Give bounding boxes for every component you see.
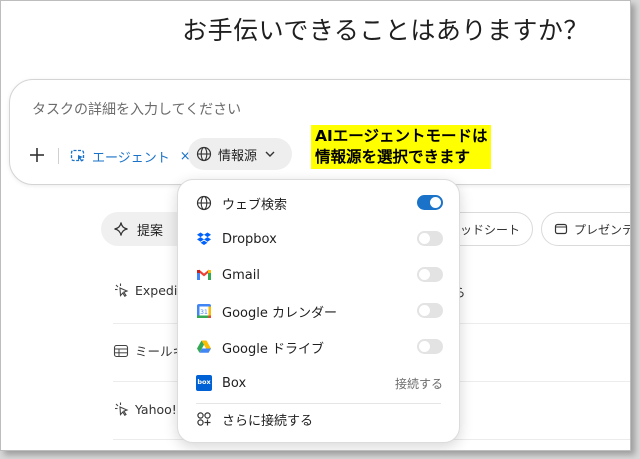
app-window: お手伝いできることはありますか？ エージェント × 情報源 [0, 0, 631, 451]
annotation-callout: AIエージェントモードは 情報源を選択できます [311, 125, 492, 169]
menu-item-label: さらに接続する [222, 413, 314, 429]
menu-item-box[interactable]: box Box 接続する [178, 366, 459, 400]
sparkle-icon [114, 222, 128, 236]
task-label: Yahoo! [135, 401, 177, 417]
google-calendar-toggle[interactable] [417, 303, 443, 318]
sources-menu: ウェブ検索 Dropbox Gmail 31 Google カレンダー Goog… [177, 179, 460, 443]
add-button[interactable] [26, 144, 48, 166]
menu-item-google-calendar[interactable]: 31 Google カレンダー [178, 294, 459, 328]
presentation-chip[interactable]: プレゼンテ [541, 212, 631, 246]
toolbar-divider [58, 148, 59, 164]
svg-text:31: 31 [200, 309, 208, 316]
agent-chip-label: エージェント [92, 150, 170, 166]
box-icon: box [196, 375, 212, 391]
task-input[interactable] [30, 98, 594, 122]
globe-icon [196, 195, 212, 211]
menu-item-web-search[interactable]: ウェブ検索 [178, 186, 459, 220]
menu-item-gmail[interactable]: Gmail [178, 258, 459, 292]
globe-icon [196, 146, 212, 162]
sources-dropdown-button[interactable]: 情報源 [188, 138, 292, 170]
menu-item-label: Google ドライブ [222, 341, 324, 357]
menu-item-label: Dropbox [222, 231, 277, 247]
menu-item-label: Google カレンダー [222, 305, 337, 321]
suggest-label: 提案 [137, 223, 164, 239]
agent-cursor-icon [115, 402, 129, 416]
callout-line-1: AIエージェントモードは [315, 127, 488, 145]
menu-item-label: Box [222, 375, 247, 391]
menu-item-label: Gmail [222, 267, 260, 283]
task-item[interactable]: Yahoo! [113, 401, 177, 417]
add-apps-icon [196, 411, 212, 427]
menu-item-connect-more[interactable]: さらに接続する [178, 402, 459, 436]
presentation-icon [554, 223, 568, 235]
chevron-down-icon [265, 151, 275, 157]
gmail-icon [196, 267, 212, 283]
google-calendar-icon: 31 [196, 303, 212, 319]
presentation-chip-label: プレゼンテ [574, 222, 631, 237]
box-connect-link[interactable]: 接続する [395, 375, 443, 392]
dropbox-toggle[interactable] [417, 231, 443, 246]
plus-icon [30, 148, 44, 162]
task-label: Expedi [135, 282, 178, 298]
task-item[interactable]: ミールキ [113, 341, 185, 360]
google-drive-toggle[interactable] [417, 339, 443, 354]
gmail-toggle[interactable] [417, 267, 443, 282]
table-icon [113, 344, 129, 357]
menu-item-dropbox[interactable]: Dropbox [178, 222, 459, 256]
google-drive-icon [196, 339, 212, 355]
page-title: お手伝いできることはありますか？ [182, 16, 589, 45]
task-item[interactable]: Expedi [113, 282, 177, 298]
agent-cursor-icon [115, 283, 129, 297]
dropbox-icon [196, 231, 212, 247]
agent-icon [70, 149, 85, 162]
agent-mode-chip[interactable]: エージェント × [70, 144, 191, 168]
menu-item-google-drive[interactable]: Google ドライブ [178, 330, 459, 364]
callout-line-2: 情報源を選択できます [315, 148, 471, 166]
box-icon-text: box [197, 378, 211, 386]
sources-label: 情報源 [218, 148, 258, 164]
web-search-toggle[interactable] [417, 195, 443, 210]
menu-item-label: ウェブ検索 [222, 197, 288, 213]
